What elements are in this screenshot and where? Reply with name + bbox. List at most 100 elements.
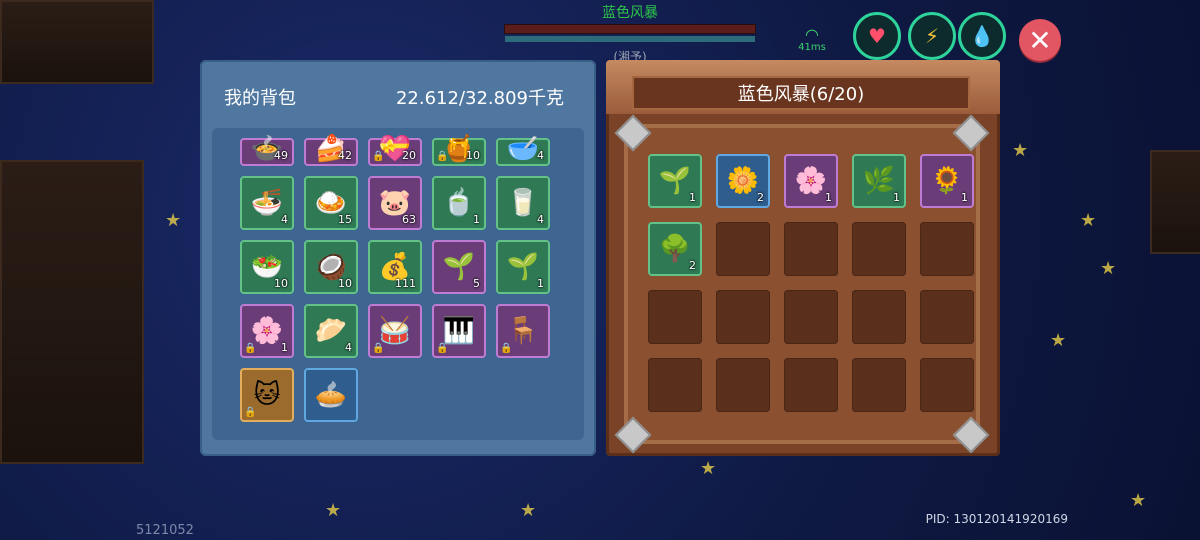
item-icon: 🥟 [314, 316, 348, 346]
item-icon: 🍜 [250, 188, 284, 218]
backpack-item-slot[interactable]: 🎹 🔒 [432, 304, 486, 358]
storage-empty-slot[interactable] [852, 290, 906, 344]
item-count: 10 [274, 277, 288, 290]
item-count: 1 [825, 191, 832, 204]
water-icon[interactable]: 💧 [958, 12, 1006, 60]
backpack-item-slot[interactable]: 🥣 4 [496, 134, 550, 166]
item-icon: 🍵 [442, 188, 476, 218]
lock-icon: 🔒 [500, 343, 513, 354]
bg-shelf [0, 160, 144, 464]
corner-decoration [952, 416, 990, 454]
item-count: 4 [537, 149, 544, 162]
backpack-item-slot[interactable]: 🐷 63 [368, 176, 422, 230]
close-button[interactable]: ✕ [1019, 19, 1061, 61]
backpack-header: 我的背包 22.612/32.809千克 [200, 60, 596, 126]
storage-item-slot[interactable]: 🌳 2 [648, 222, 702, 276]
wifi-icon: ◠ [805, 25, 819, 44]
storage-item-slot[interactable]: 🌱 1 [648, 154, 702, 208]
item-count: 111 [395, 277, 416, 290]
backpack-item-slot[interactable]: 🍯 🔒 10 [432, 134, 486, 166]
item-count: 2 [689, 259, 696, 272]
item-icon: 🎹 [442, 316, 476, 346]
storage-item-slot[interactable]: 🌼 2 [716, 154, 770, 208]
item-icon: 🌱 [442, 252, 476, 282]
item-icon: 🌳 [658, 234, 692, 264]
storage-empty-slot[interactable] [920, 222, 974, 276]
backpack-weight: 22.612/32.809千克 [395, 88, 564, 109]
backpack-grid-scroll[interactable]: 🍲 49 🍰 42 💝 🔒 20 🍯 🔒 10 🥣 4 🍜 4 🍛 15 🐷 63 🍵 1 🥛 4 🥗 10 🥥 10 💰 111 🌱 5… [212, 128, 584, 440]
bottom-id: 5121052 [136, 523, 194, 538]
backpack-item-slot[interactable]: 🌱 1 [496, 240, 550, 294]
item-icon: 🌻 [930, 166, 964, 196]
backpack-item-slot[interactable]: 🥥 10 [304, 240, 358, 294]
storage-empty-slot[interactable] [648, 358, 702, 412]
storage-box: 🌱 1 🌼 2 🌸 1 🌿 1 🌻 1 🌳 2 [614, 114, 990, 454]
storage-empty-slot[interactable] [716, 290, 770, 344]
item-count: 63 [402, 213, 416, 226]
backpack-item-slot[interactable]: 🍜 4 [240, 176, 294, 230]
item-icon: 🐱 [253, 380, 281, 410]
lock-icon: 🔒 [372, 151, 385, 162]
storage-empty-slot[interactable] [920, 358, 974, 412]
ping-value: 41ms [798, 42, 826, 53]
item-icon: 🥁 [378, 316, 412, 346]
backpack-item-slot[interactable]: 🥛 4 [496, 176, 550, 230]
target-hp-bar [504, 24, 756, 34]
item-count: 49 [274, 149, 288, 162]
item-count: 4 [345, 341, 352, 354]
storage-empty-slot[interactable] [920, 290, 974, 344]
item-count: 1 [689, 191, 696, 204]
storage-item-slot[interactable]: 🌿 1 [852, 154, 906, 208]
backpack-item-slot[interactable]: 🪑 🔒 [496, 304, 550, 358]
item-count: 1 [961, 191, 968, 204]
item-icon: 🌸 [250, 316, 284, 346]
backpack-item-slot[interactable]: 🍲 49 [240, 134, 294, 166]
heart-icon[interactable]: ♥ [853, 12, 901, 60]
backpack-item-slot[interactable]: 🌸 🔒 1 [240, 304, 294, 358]
storage-panel: 蓝色风暴(6/20) 🌱 1 🌼 2 🌸 1 🌿 1 🌻 1 🌳 2 [606, 60, 1000, 456]
item-count: 42 [338, 149, 352, 162]
backpack-item-slot[interactable]: 💝 🔒 20 [368, 134, 422, 166]
backpack-item-slot[interactable]: 🍰 42 [304, 134, 358, 166]
storage-empty-slot[interactable] [784, 222, 838, 276]
storage-item-slot[interactable]: 🌸 1 [784, 154, 838, 208]
lock-icon: 🔒 [436, 151, 449, 162]
item-count: 2 [757, 191, 764, 204]
storage-empty-slot[interactable] [648, 290, 702, 344]
item-count: 20 [402, 149, 416, 162]
storage-empty-slot[interactable] [784, 358, 838, 412]
backpack-grid: 🍲 49 🍰 42 💝 🔒 20 🍯 🔒 10 🥣 4 🍜 4 🍛 15 🐷 63 🍵 1 🥛 4 🥗 10 🥥 10 💰 111 🌱 5… [240, 134, 550, 422]
bg-shelf [0, 0, 154, 84]
backpack-item-slot[interactable]: 🌱 5 [432, 240, 486, 294]
corner-decoration [614, 416, 652, 454]
storage-empty-slot[interactable] [852, 222, 906, 276]
lock-icon: 🔒 [372, 343, 385, 354]
item-count: 15 [338, 213, 352, 226]
item-icon: 🌿 [862, 166, 896, 196]
storage-empty-slot[interactable] [716, 222, 770, 276]
stamina-icon[interactable]: ⚡ [908, 12, 956, 60]
backpack-item-slot[interactable]: 💰 111 [368, 240, 422, 294]
lock-icon: 🔒 [436, 343, 449, 354]
player-id: PID: 130120141920169 [925, 512, 1068, 526]
item-icon: 🌸 [794, 166, 828, 196]
storage-empty-slot[interactable] [852, 358, 906, 412]
lock-icon: 🔒 [244, 343, 257, 354]
item-icon: 🌱 [658, 166, 692, 196]
item-count: 1 [473, 213, 480, 226]
item-icon: 🥧 [314, 380, 348, 410]
backpack-item-slot[interactable]: 🍵 1 [432, 176, 486, 230]
backpack-item-slot[interactable]: 🥗 10 [240, 240, 294, 294]
corner-decoration [952, 114, 990, 152]
storage-header: 蓝色风暴(6/20) [606, 60, 1000, 114]
storage-item-slot[interactable]: 🌻 1 [920, 154, 974, 208]
backpack-item-slot[interactable]: 🐱 🔒 [240, 368, 294, 422]
backpack-item-slot[interactable]: 🥧 [304, 368, 358, 422]
storage-title: 蓝色风暴(6/20) [632, 76, 970, 110]
backpack-item-slot[interactable]: 🥁 🔒 [368, 304, 422, 358]
backpack-item-slot[interactable]: 🍛 15 [304, 176, 358, 230]
backpack-item-slot[interactable]: 🥟 4 [304, 304, 358, 358]
item-count: 1 [893, 191, 900, 204]
storage-empty-slot[interactable] [716, 358, 770, 412]
storage-empty-slot[interactable] [784, 290, 838, 344]
